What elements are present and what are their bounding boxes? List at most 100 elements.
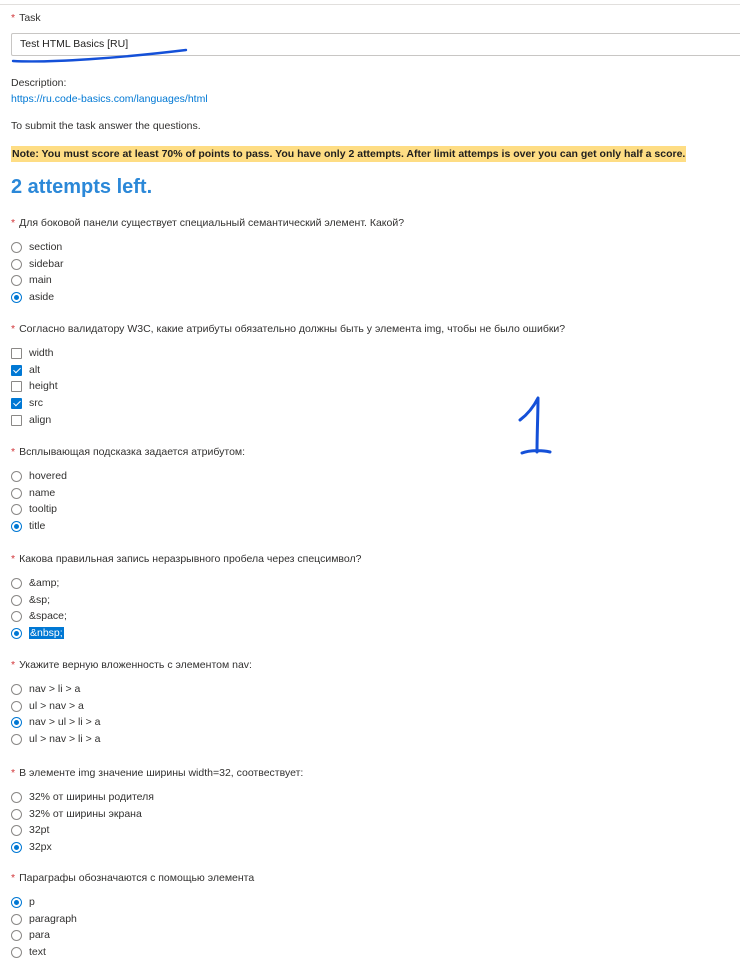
option-label[interactable]: &amp; (29, 577, 59, 589)
option-label[interactable]: 32pt (29, 824, 49, 836)
radio-option[interactable]: 32px (11, 840, 52, 854)
required-mark: * (11, 767, 16, 779)
radio-option[interactable]: para (11, 928, 50, 942)
radio-button[interactable] (11, 791, 22, 803)
option-label[interactable]: align (29, 414, 51, 426)
radio-option[interactable]: ul > nav > a (11, 699, 84, 713)
checkbox-option[interactable]: width (11, 346, 54, 360)
checkbox[interactable] (11, 380, 22, 392)
radio-option[interactable]: &amp; (11, 576, 59, 590)
question-text: Какова правильная запись неразрывного пр… (19, 553, 362, 565)
radio-button[interactable] (11, 487, 22, 499)
radio-option[interactable]: p (11, 895, 35, 909)
radio-button[interactable] (11, 896, 22, 908)
radio-option[interactable]: &space; (11, 609, 67, 623)
radio-button[interactable] (11, 470, 22, 482)
option-label[interactable]: height (29, 380, 58, 392)
radio-option[interactable]: 32% от ширины родителя (11, 790, 154, 804)
radio-button[interactable] (11, 627, 22, 639)
radio-button[interactable] (11, 241, 22, 253)
task-input[interactable]: Test HTML Basics [RU] (11, 33, 740, 56)
radio-button[interactable] (11, 808, 22, 820)
option-label[interactable]: 32px (29, 841, 52, 853)
description-label: Description: (11, 77, 67, 89)
checkbox-option[interactable]: align (11, 413, 51, 427)
option-label[interactable]: &sp; (29, 594, 50, 606)
option-label[interactable]: paragraph (29, 913, 77, 925)
option-label[interactable]: 32% от ширины экрана (29, 808, 142, 820)
radio-option[interactable]: name (11, 486, 55, 500)
checkbox-option[interactable]: alt (11, 363, 40, 377)
radio-option[interactable]: section (11, 240, 62, 254)
radio-button[interactable] (11, 520, 22, 532)
radio-option[interactable]: hovered (11, 469, 67, 483)
option-label[interactable]: ul > nav > li > a (29, 733, 101, 745)
checkbox[interactable] (11, 397, 22, 409)
radio-option[interactable]: aside (11, 290, 54, 304)
question-title: * Укажите верную вложенность с элементом … (11, 659, 252, 671)
option-label[interactable]: nav > ul > li > a (29, 716, 101, 728)
radio-button[interactable] (11, 503, 22, 515)
radio-option[interactable]: paragraph (11, 912, 77, 926)
radio-button[interactable] (11, 700, 22, 712)
radio-button[interactable] (11, 841, 22, 853)
radio-button[interactable] (11, 929, 22, 941)
radio-option[interactable]: tooltip (11, 502, 57, 516)
radio-option[interactable]: &sp; (11, 593, 50, 607)
option-label[interactable]: aside (29, 291, 54, 303)
note-banner: Note: You must score at least 70% of poi… (11, 146, 687, 162)
radio-button[interactable] (11, 291, 22, 303)
option-label[interactable]: name (29, 487, 55, 499)
option-label[interactable]: &space; (29, 610, 67, 622)
question-text: Всплывающая подсказка задается атрибутом… (19, 446, 246, 458)
radio-button[interactable] (11, 683, 22, 695)
radio-option[interactable]: ul > nav > li > a (11, 732, 101, 746)
option-label[interactable]: main (29, 274, 52, 286)
radio-button[interactable] (11, 274, 22, 286)
option-label[interactable]: section (29, 241, 62, 253)
radio-option[interactable]: 32pt (11, 823, 49, 837)
radio-option[interactable]: nav > li > a (11, 682, 80, 696)
option-label[interactable]: &nbsp; (29, 627, 64, 639)
radio-button[interactable] (11, 258, 22, 270)
option-label[interactable]: tooltip (29, 503, 57, 515)
instructions-text: To submit the task answer the questions. (11, 120, 201, 132)
option-label[interactable]: title (29, 520, 45, 532)
radio-option[interactable]: sidebar (11, 257, 63, 271)
option-label[interactable]: alt (29, 364, 40, 376)
radio-option[interactable]: main (11, 273, 52, 287)
radio-option[interactable]: nav > ul > li > a (11, 715, 101, 729)
radio-option[interactable]: 32% от ширины экрана (11, 807, 142, 821)
radio-option[interactable]: title (11, 519, 45, 533)
radio-button[interactable] (11, 577, 22, 589)
radio-button[interactable] (11, 594, 22, 606)
description-link[interactable]: https://ru.code-basics.com/languages/htm… (11, 93, 208, 105)
radio-button[interactable] (11, 824, 22, 836)
checkbox[interactable] (11, 364, 22, 376)
radio-option[interactable]: &nbsp; (11, 626, 64, 640)
option-label[interactable]: nav > li > a (29, 683, 80, 695)
checkbox[interactable] (11, 414, 22, 426)
option-label[interactable]: p (29, 896, 35, 908)
option-label[interactable]: src (29, 397, 43, 409)
question-title: * Параграфы обозначаются с помощью элемен… (11, 872, 254, 884)
option-label[interactable]: para (29, 929, 50, 941)
radio-button[interactable] (11, 610, 22, 622)
radio-option[interactable]: text (11, 945, 46, 959)
radio-button[interactable] (11, 733, 22, 745)
required-mark: * (11, 446, 16, 458)
checkbox-option[interactable]: src (11, 396, 43, 410)
option-label[interactable]: ul > nav > a (29, 700, 84, 712)
task-label: * Task (11, 12, 41, 24)
option-label[interactable]: sidebar (29, 258, 63, 270)
option-label[interactable]: hovered (29, 470, 67, 482)
radio-button[interactable] (11, 946, 22, 958)
checkbox-option[interactable]: height (11, 379, 58, 393)
radio-button[interactable] (11, 716, 22, 728)
radio-button[interactable] (11, 913, 22, 925)
required-mark: * (11, 323, 16, 335)
option-label[interactable]: text (29, 946, 46, 958)
option-label[interactable]: width (29, 347, 54, 359)
option-label[interactable]: 32% от ширины родителя (29, 791, 154, 803)
checkbox[interactable] (11, 347, 22, 359)
